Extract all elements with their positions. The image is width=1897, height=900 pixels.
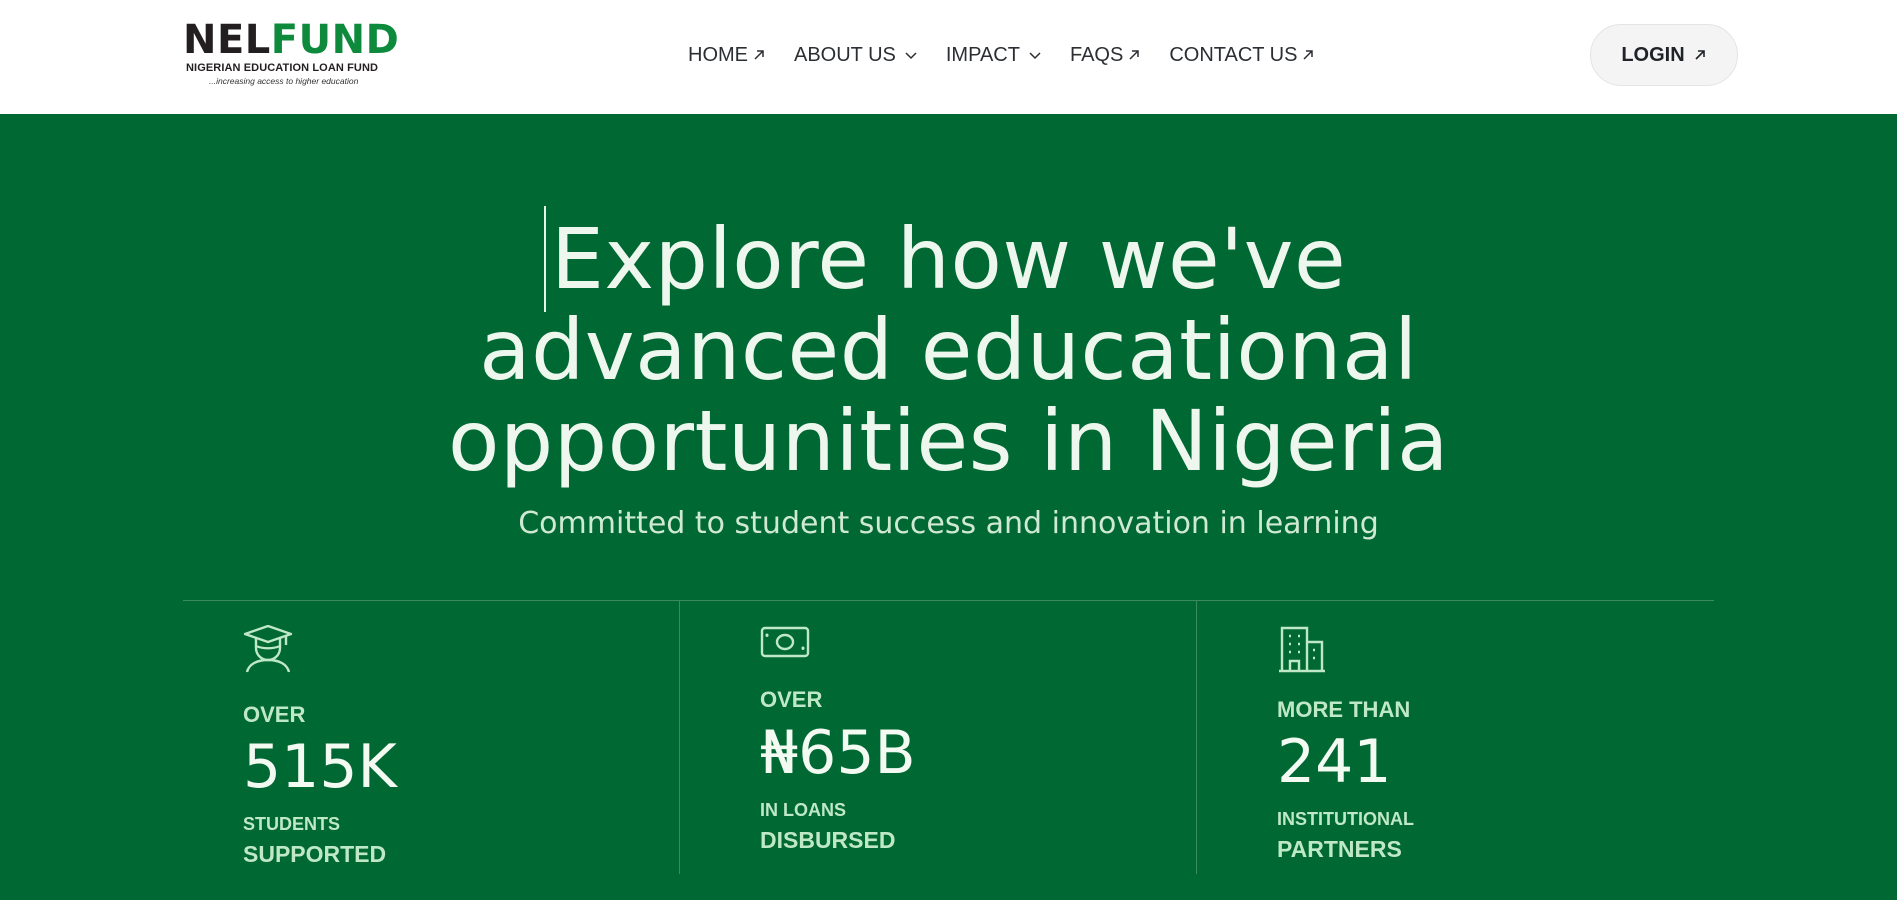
logo-tagline: ...increasing access to higher education — [209, 76, 359, 86]
stat-value: 515K — [243, 732, 397, 802]
nav-item-about-us[interactable]: ABOUT US — [794, 44, 918, 67]
chevron-down-icon — [1029, 52, 1041, 60]
stats-column-divider — [679, 601, 680, 874]
stat-label-line2: SUPPORTED — [243, 841, 387, 867]
stats-column-divider — [1196, 601, 1197, 874]
logo-word-nel: NEL — [183, 17, 271, 63]
site-header: NELFUND NIGERIAN EDUCATION LOAN FUND ...… — [0, 0, 1897, 114]
hero-title-line: Explore how we've — [550, 210, 1347, 308]
stat-prefix: OVER — [760, 687, 823, 712]
arrow-up-right-icon — [754, 50, 764, 60]
impact-hero: Explore how we've advanced educational o… — [0, 114, 1897, 900]
hero-subtitle: Committed to student success and innovat… — [518, 506, 1379, 541]
arrow-up-right-icon — [1695, 50, 1705, 60]
logo-wordmark: NELFUND — [183, 18, 399, 62]
login-button[interactable]: LOGIN — [1590, 24, 1738, 86]
building-icon — [1279, 626, 1325, 673]
arrow-up-right-icon — [1303, 50, 1314, 60]
login-label: LOGIN — [1621, 43, 1685, 66]
nav-item-label: CONTACT US — [1169, 43, 1298, 66]
stat-label-line2: DISBURSED — [760, 827, 896, 853]
nelfund-logo[interactable]: NELFUND NIGERIAN EDUCATION LOAN FUND ...… — [183, 18, 399, 90]
stat-label-line2: PARTNERS — [1277, 836, 1402, 862]
main-nav: HOME ABOUT US IMPACT FAQS CONTACT US — [688, 42, 1315, 68]
logo-word-fund: FUND — [270, 17, 400, 63]
stat-value: ₦65B — [760, 718, 916, 788]
hero-title-line: opportunities in Nigeria — [448, 392, 1449, 490]
stat-prefix: OVER — [243, 702, 306, 727]
stat-label-line1: IN LOANS — [760, 800, 847, 820]
nav-item-faqs[interactable]: FAQS — [1070, 44, 1141, 67]
nav-item-label: FAQS — [1069, 43, 1124, 66]
stats-divider-top — [183, 600, 1714, 601]
chevron-down-icon — [905, 52, 917, 60]
nav-item-label: HOME — [688, 43, 748, 66]
nav-item-impact[interactable]: IMPACT — [946, 44, 1042, 67]
stat-label-line1: STUDENTS — [243, 814, 341, 834]
stat-label-line1: INSTITUTIONAL — [1277, 809, 1414, 829]
graduate-student-icon — [243, 625, 293, 673]
stat-prefix: MORE THAN — [1277, 697, 1411, 722]
nav-item-label: IMPACT — [945, 43, 1020, 66]
nav-item-home[interactable]: HOME — [688, 44, 766, 67]
logo-subtitle: NIGERIAN EDUCATION LOAN FUND — [186, 62, 379, 74]
hero-title: Explore how we've advanced educational o… — [0, 214, 1897, 487]
arrow-up-right-icon — [1129, 50, 1140, 60]
money-bill-icon — [760, 626, 810, 658]
stat-value: 241 — [1277, 727, 1392, 797]
nav-item-label: ABOUT US — [794, 43, 896, 66]
hero-title-line: advanced educational — [479, 301, 1418, 399]
nav-item-contact-us[interactable]: CONTACT US — [1169, 44, 1315, 67]
